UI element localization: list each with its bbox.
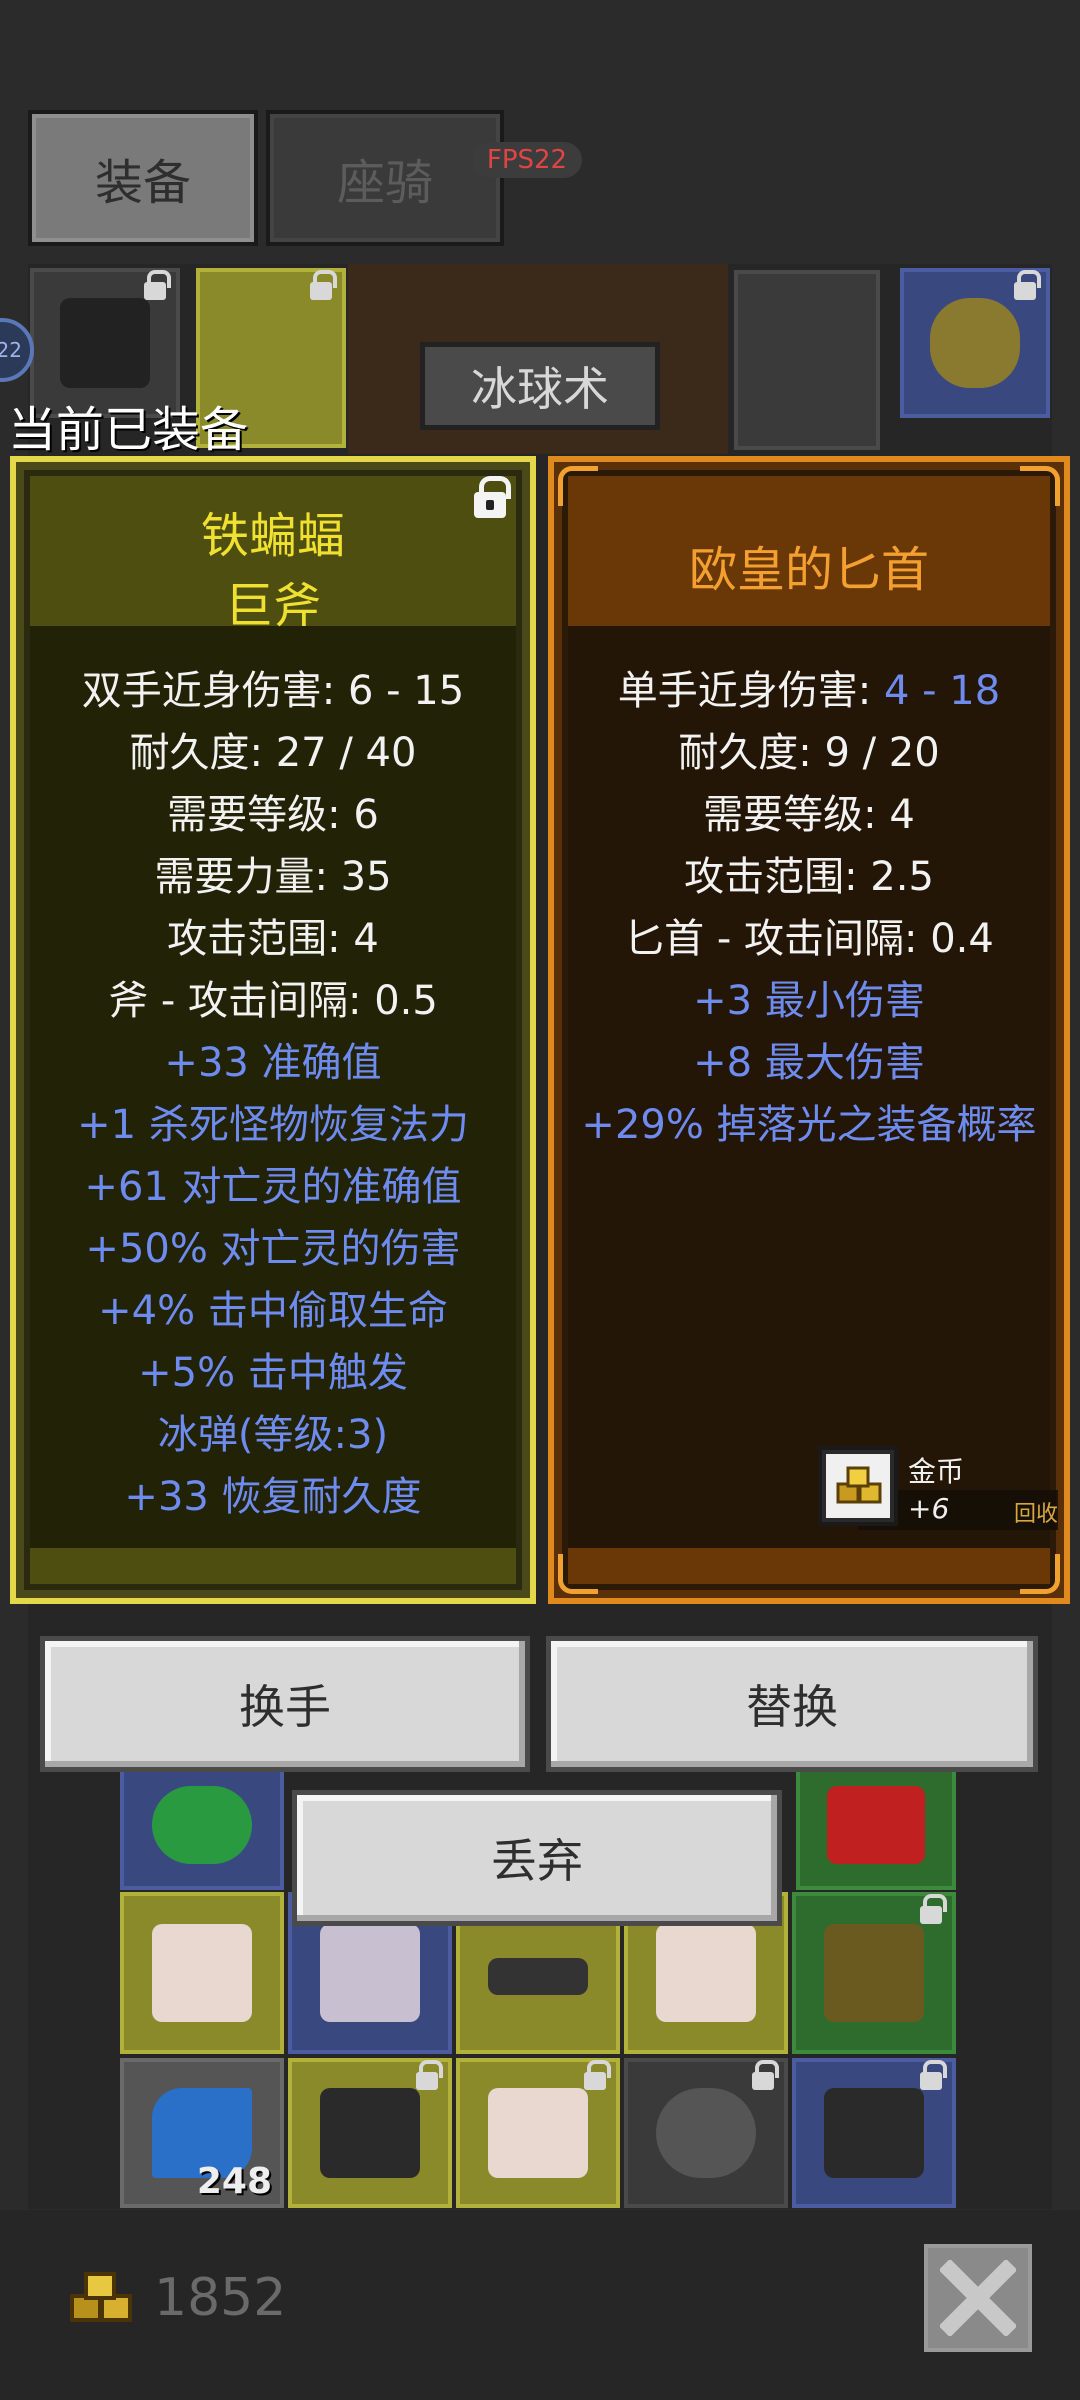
inventory-slot[interactable] <box>120 1892 284 2054</box>
tab-mount[interactable]: 座骑 <box>266 110 504 246</box>
inventory-slot[interactable] <box>792 2058 956 2208</box>
stat-value: 4 - 18 <box>883 668 1001 714</box>
stat-line: 斧 - 攻击间隔: 0.5 <box>108 978 438 1024</box>
item-sprite <box>152 1785 252 1865</box>
stat-line: 需要等级: 4 <box>703 792 915 838</box>
stat-line: +33 准确值 <box>164 1040 382 1086</box>
stat-line: +61 对亡灵的准确值 <box>84 1164 462 1210</box>
gold-icon-box <box>818 1446 898 1526</box>
stat-line: 需要等级: 6 <box>167 792 379 838</box>
equip-slot-amulet[interactable] <box>900 268 1050 418</box>
item-sprite <box>59 297 151 389</box>
gold-total: 1852 <box>154 2268 287 2328</box>
item-sprite <box>488 2087 588 2179</box>
stat-line: 耐久度: 9 / 20 <box>678 730 940 776</box>
lock-icon <box>144 270 171 300</box>
close-button[interactable] <box>924 2244 1032 2352</box>
inventory-slot[interactable] <box>624 2058 788 2208</box>
item-sprite <box>824 2087 924 2179</box>
item-stats: 双手近身伤害: 6 - 15 耐久度: 27 / 40 需要等级: 6 需要力量: 3… <box>16 660 530 1528</box>
lock-icon <box>920 1894 947 1924</box>
card-footer <box>568 1548 1050 1584</box>
equipped-label: 当前已装备 <box>8 402 249 458</box>
item-sprite <box>320 1923 420 2023</box>
stat-line: 耐久度: 27 / 40 <box>129 730 417 776</box>
stat-line: +4% 击中偷取生命 <box>98 1288 448 1334</box>
fps-counter: FPS22 <box>472 142 582 178</box>
equipped-item-card[interactable]: 铁蝙蝠 巨斧 双手近身伤害: 6 - 15 耐久度: 27 / 40 需要等级: 6… <box>10 456 536 1604</box>
replace-button[interactable]: 替换 <box>546 1636 1038 1772</box>
recycle-widget[interactable]: 金币 +6 回收 <box>818 1446 1062 1532</box>
inventory-slot[interactable] <box>796 1760 956 1890</box>
inventory-slot[interactable]: 248 <box>120 2058 284 2208</box>
stat-line: 攻击范围: 4 <box>167 916 379 962</box>
inventory-slot[interactable] <box>120 1760 284 1890</box>
item-name-line1: 铁蝙蝠 <box>200 508 345 564</box>
stat-line: 双手近身伤害: 6 - 15 <box>81 668 465 714</box>
item-stats: 单手近身伤害: 4 - 18 耐久度: 9 / 20 需要等级: 4 攻击范围: 2… <box>554 660 1064 1156</box>
item-sprite <box>656 2087 756 2179</box>
stat-line: 冰弹(等级:3) <box>157 1412 389 1458</box>
stat-line: +29% 掉落光之装备概率 <box>581 1102 1037 1148</box>
item-name-line2: 巨斧 <box>224 578 321 634</box>
lock-icon <box>920 2060 947 2090</box>
item-sprite <box>656 1923 756 2023</box>
gold-coins-icon <box>70 2272 132 2322</box>
stat-list: 耐久度: 9 / 20 需要等级: 4 攻击范围: 2.5 匕首 - 攻击间隔: 0.… <box>554 722 1064 1156</box>
item-name: 欧皇的匕首 <box>688 542 929 598</box>
close-icon <box>940 2260 1016 2336</box>
item-sprite <box>320 2087 420 2179</box>
stat-line: +8 最大伤害 <box>693 1040 925 1086</box>
recycle-currency: 金币 <box>908 1455 965 1488</box>
inventory-slot[interactable] <box>288 2058 452 2208</box>
ornament-corner <box>558 466 598 506</box>
stack-count: 248 <box>196 2161 272 2202</box>
stat-line: 需要力量: 35 <box>154 854 392 900</box>
lock-icon <box>310 270 337 300</box>
card-footer <box>30 1548 516 1584</box>
stat-line: 匕首 - 攻击间隔: 0.4 <box>624 916 994 962</box>
ornament-corner <box>1020 466 1060 506</box>
recycle-amount: +6 <box>908 1492 950 1525</box>
equip-slot-offhand[interactable] <box>734 270 880 450</box>
lock-icon <box>752 2060 779 2090</box>
ornament-corner <box>558 1554 598 1594</box>
item-sprite <box>824 1923 924 2023</box>
stat-line: +33 恢复耐久度 <box>124 1474 422 1520</box>
swap-hands-button[interactable]: 换手 <box>40 1636 530 1772</box>
lock-icon <box>416 2060 443 2090</box>
lock-icon <box>1014 270 1041 300</box>
item-sprite <box>152 1923 252 2023</box>
stat-line: +1 杀死怪物恢复法力 <box>77 1102 469 1148</box>
stat-label: 单手近身伤害: <box>617 668 884 714</box>
item-sprite <box>929 297 1021 389</box>
item-sprite <box>488 1957 588 1995</box>
tab-equip[interactable]: 装备 <box>28 110 258 246</box>
recycle-button[interactable]: 回收 <box>1014 1496 1058 1528</box>
gold-coins-icon <box>836 1466 882 1504</box>
inventory-slot[interactable] <box>792 1892 956 2054</box>
ornament-corner <box>1020 1554 1060 1594</box>
stat-line: +50% 对亡灵的伤害 <box>85 1226 461 1272</box>
lock-icon[interactable] <box>474 476 511 518</box>
item-sprite <box>827 1785 925 1865</box>
stat-line-damage: 单手近身伤害: 4 - 18 <box>554 660 1064 722</box>
lock-icon <box>584 2060 611 2090</box>
stat-line: +5% 击中触发 <box>138 1350 408 1396</box>
skill-banner: 冰球术 <box>420 342 660 430</box>
stat-line: +3 最小伤害 <box>693 978 925 1024</box>
inventory-slot[interactable] <box>456 2058 620 2208</box>
discard-button[interactable]: 丢弃 <box>292 1790 782 1926</box>
new-item-card[interactable]: 欧皇的匕首 单手近身伤害: 4 - 18 耐久度: 9 / 20 需要等级: 4 攻… <box>548 456 1070 1604</box>
stat-line: 攻击范围: 2.5 <box>684 854 934 900</box>
